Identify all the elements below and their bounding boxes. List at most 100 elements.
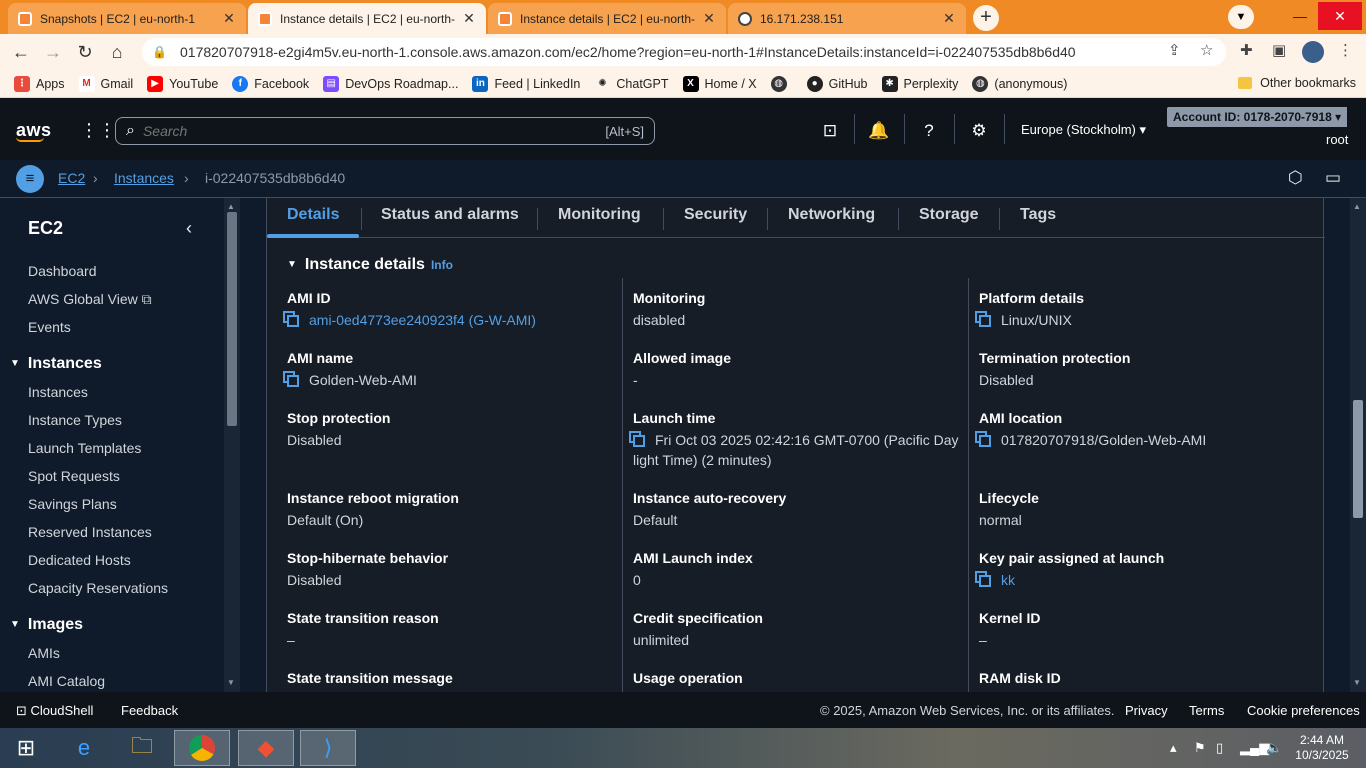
bookmark-chatgpt[interactable]: ✺ ChatGPT (594, 75, 669, 92)
section-header[interactable]: ▼ Instance details Info (287, 256, 453, 274)
breadcrumb-instances[interactable]: Instances (114, 170, 174, 186)
breadcrumb-ec2[interactable]: EC2 (58, 170, 85, 186)
scroll-down-icon[interactable]: ▼ (1353, 678, 1361, 687)
tab-storage[interactable]: Storage (919, 206, 979, 224)
star-icon[interactable]: ☆ (1200, 41, 1213, 59)
avatar[interactable] (1302, 41, 1324, 63)
address-bar[interactable]: 🔒 017820707918-e2gi4m5v.eu-north-1.conso… (142, 38, 1226, 66)
home-icon[interactable]: ⌂ (106, 41, 128, 63)
sidebar-section-images[interactable]: ▼ Images (10, 616, 83, 634)
copy-icon[interactable] (287, 375, 299, 387)
browser-tab-instance-details-2[interactable]: Instance details | EC2 | eu-north- ✕ (488, 3, 726, 34)
flag-icon[interactable]: ⚑ (1194, 740, 1206, 756)
user-menu[interactable]: root (1326, 132, 1348, 147)
close-icon[interactable]: ✕ (462, 10, 476, 27)
extensions-icon[interactable]: ✚ (1240, 41, 1253, 59)
tab-networking[interactable]: Networking (788, 206, 875, 224)
account-id[interactable]: Account ID: 0178-2070-7918 ▾ (1167, 107, 1348, 127)
sidebar-item-amis[interactable]: AMIs (28, 645, 60, 661)
bookmark-youtube[interactable]: ▶ YouTube (147, 75, 218, 92)
sidebar-scrollbar[interactable]: ▲ ▼ (224, 198, 240, 692)
chrome-icon[interactable] (174, 730, 230, 766)
sidebar-item-events[interactable]: Events (28, 319, 71, 335)
scroll-up-icon[interactable]: ▲ (227, 202, 235, 211)
hamburger-menu-icon[interactable]: ≡ (16, 165, 44, 193)
chevron-up-icon[interactable]: ▴ (1170, 740, 1177, 756)
browser-tab-instance-details[interactable]: Instance details | EC2 | eu-north- ✕ (248, 3, 486, 34)
scroll-up-icon[interactable]: ▲ (1353, 202, 1361, 211)
feedback-link[interactable]: Feedback (121, 703, 178, 718)
info-link[interactable]: Info (431, 258, 453, 272)
chevron-left-icon[interactable]: ‹ (186, 218, 192, 239)
reload-icon[interactable]: ↻ (74, 41, 96, 63)
copy-icon[interactable] (287, 315, 299, 327)
vscode-icon[interactable]: ⟩ (300, 730, 356, 766)
main-scrollbar[interactable]: ▲ ▼ (1350, 198, 1366, 692)
cookie-preferences-link[interactable]: Cookie preferences (1247, 703, 1360, 718)
browser-tab-ip[interactable]: 16.171.238.151 ✕ (728, 3, 966, 34)
internet-explorer-icon[interactable]: e (56, 730, 112, 766)
sidebar-item-instances[interactable]: Instances (28, 384, 88, 400)
menu-icon[interactable]: ⋮ (1338, 41, 1353, 59)
forward-icon[interactable]: → (42, 41, 64, 63)
sidebar-item-capacity-reservations[interactable]: Capacity Reservations (28, 580, 168, 596)
sidepanel-icon[interactable]: ▣ (1272, 41, 1286, 59)
sidebar-section-instances[interactable]: ▼ Instances (10, 355, 102, 373)
bookmark-perplexity[interactable]: ✱ Perplexity (881, 75, 958, 92)
aws-logo[interactable]: aws (16, 120, 52, 142)
sidebar-item-ami-catalog[interactable]: AMI Catalog (28, 673, 105, 689)
tab-details[interactable]: Details (287, 206, 339, 224)
close-icon[interactable]: ✕ (942, 10, 956, 27)
sidebar-item-instance-types[interactable]: Instance Types (28, 412, 122, 428)
copy-icon[interactable] (979, 575, 991, 587)
bookmark-globe[interactable]: ◍ (770, 75, 793, 92)
network-icon[interactable]: ▂▄▆ (1240, 740, 1269, 756)
scroll-down-icon[interactable]: ▼ (227, 678, 235, 687)
bell-icon[interactable]: 🔔 (868, 121, 890, 141)
copy-icon[interactable] (979, 435, 991, 447)
share-icon[interactable]: ⇪ (1168, 41, 1181, 59)
search-input[interactable] (142, 123, 606, 139)
sidebar-item-dedicated-hosts[interactable]: Dedicated Hosts (28, 552, 131, 568)
copy-icon[interactable] (979, 315, 991, 327)
bookmark-x[interactable]: X Home / X (682, 75, 757, 92)
cloudshell-button[interactable]: ⊡ CloudShell (16, 703, 93, 719)
help-icon[interactable]: ? (918, 121, 940, 141)
system-clock[interactable]: 2:44 AM 10/3/2025 (1292, 733, 1352, 763)
tab-monitoring[interactable]: Monitoring (558, 206, 641, 224)
settings-hexagon-icon[interactable]: ⬡ (1288, 168, 1303, 188)
region-selector[interactable]: Europe (Stockholm) ▾ (1021, 122, 1146, 138)
bookmark-linkedin[interactable]: in Feed | LinkedIn (472, 75, 580, 92)
bookmark-gmail[interactable]: M Gmail (78, 75, 133, 92)
browser-tab-snapshots[interactable]: Snapshots | EC2 | eu-north-1 ✕ (8, 3, 246, 34)
battery-icon[interactable]: ▯ (1216, 740, 1223, 756)
scrollbar-thumb[interactable] (227, 212, 237, 426)
sidebar-item-reserved-instances[interactable]: Reserved Instances (28, 524, 152, 540)
display-icon[interactable]: ▭ (1325, 168, 1341, 188)
window-close-icon[interactable]: ✕ (1318, 2, 1362, 30)
tab-status-and-alarms[interactable]: Status and alarms (381, 206, 519, 224)
terms-link[interactable]: Terms (1189, 703, 1224, 718)
bookmark-anonymous[interactable]: ◍ (anonymous) (972, 75, 1067, 92)
windows-start-icon[interactable]: ⊞ (0, 730, 52, 766)
tab-security[interactable]: Security (684, 206, 747, 224)
close-icon[interactable]: ✕ (702, 10, 716, 27)
search-bar[interactable]: ⌕ [Alt+S] (115, 117, 655, 145)
sidebar-item-spot-requests[interactable]: Spot Requests (28, 468, 120, 484)
chevron-down-icon[interactable]: ▼ (1228, 5, 1254, 29)
privacy-link[interactable]: Privacy (1125, 703, 1168, 718)
back-icon[interactable]: ← (10, 41, 32, 63)
bookmark-apps[interactable]: ⋮ Apps (14, 75, 65, 92)
sidebar-item-savings-plans[interactable]: Savings Plans (28, 496, 117, 512)
key-pair-link[interactable]: kk (979, 570, 1309, 590)
other-bookmarks[interactable]: Other bookmarks (1238, 76, 1356, 90)
copy-icon[interactable] (633, 435, 645, 447)
sidebar-item-dashboard[interactable]: Dashboard (28, 263, 97, 279)
cloudshell-icon[interactable]: ⊡ (819, 121, 841, 141)
scrollbar-thumb[interactable] (1353, 400, 1363, 518)
gear-icon[interactable]: ⚙ (968, 121, 990, 141)
git-icon[interactable]: ◆ (238, 730, 294, 766)
bookmark-devops[interactable]: ▤ DevOps Roadmap... (323, 75, 458, 92)
bookmark-github[interactable]: ● GitHub (806, 75, 868, 92)
volume-icon[interactable]: 🔈 (1266, 740, 1282, 756)
